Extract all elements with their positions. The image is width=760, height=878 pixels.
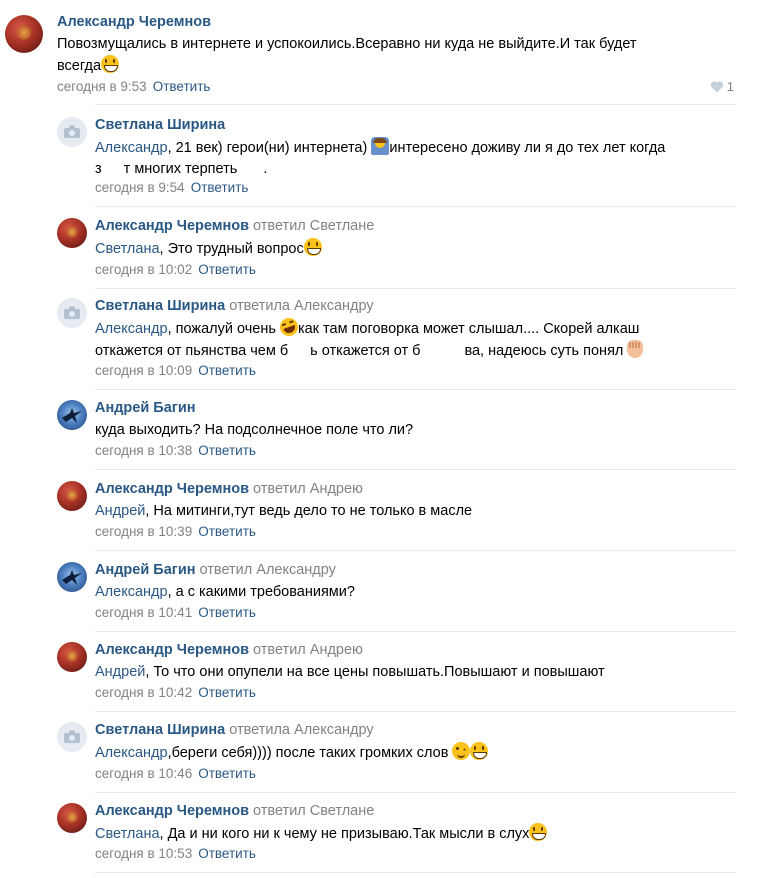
- comment-meta: сегодня в 10:02 Ответить: [95, 262, 256, 277]
- comment-text: Андрей, На митинги,тут ведь дело то не т…: [95, 503, 473, 519]
- raised-hand-emoji-icon: [627, 340, 644, 358]
- divider: [95, 711, 736, 712]
- avatar[interactable]: [57, 642, 87, 672]
- mention-link[interactable]: Андрей: [95, 664, 145, 680]
- comment-time[interactable]: сегодня в 10:09: [95, 363, 192, 378]
- comment-author[interactable]: Александр Черемнов ответил Андрею: [95, 481, 363, 497]
- comment-text: Светлана, Это трудный вопрос: [95, 238, 322, 260]
- grinning-emoji-icon: [101, 55, 120, 73]
- avatar[interactable]: [57, 117, 87, 147]
- reply-button[interactable]: Ответить: [198, 524, 256, 539]
- divider: [95, 469, 736, 470]
- root-comment: Александр Черемнов Повозмущались в интер…: [0, 0, 760, 104]
- comment-author[interactable]: Андрей Багин: [95, 400, 196, 416]
- mention-link[interactable]: Александр: [95, 584, 168, 600]
- comment-text: Александр, а с какими требованиями?: [95, 584, 355, 600]
- comment-meta: сегодня в 10:09 Ответить: [95, 363, 256, 378]
- comment-time[interactable]: сегодня в 10:02: [95, 262, 192, 277]
- reply-button[interactable]: Ответить: [198, 605, 256, 620]
- reply-button[interactable]: Ответить: [198, 262, 256, 277]
- camera-icon: [64, 125, 80, 138]
- divider: [95, 792, 736, 793]
- divider: [95, 389, 736, 390]
- avatar[interactable]: [57, 400, 87, 430]
- divider: [95, 631, 736, 632]
- divider: [95, 206, 736, 207]
- comment-text: Андрей, То что они опупели на все цены п…: [95, 664, 605, 680]
- comment-text: Повозмущались в интернете и успокоились.…: [57, 36, 637, 74]
- grinning-emoji-icon: [470, 742, 489, 760]
- divider: [95, 550, 736, 551]
- mention-link[interactable]: Александр: [95, 140, 168, 156]
- comment-time[interactable]: сегодня в 10:39: [95, 524, 192, 539]
- mention-link[interactable]: Светлана: [95, 241, 160, 257]
- person-emoji-icon: [371, 137, 390, 155]
- mention-link[interactable]: Светлана: [95, 826, 160, 842]
- avatar[interactable]: [57, 722, 87, 752]
- comment-meta: сегодня в 9:54 Ответить: [95, 180, 248, 195]
- mention-link[interactable]: Александр: [95, 745, 168, 761]
- mention-link[interactable]: Андрей: [95, 503, 145, 519]
- comment-time[interactable]: сегодня в 10:41: [95, 605, 192, 620]
- comment-text: куда выходить? На подсолнечное поле что …: [95, 422, 414, 438]
- comment-time[interactable]: сегодня в 10:53: [95, 846, 192, 861]
- comment-meta: сегодня в 10:46 Ответить: [95, 766, 256, 781]
- grinning-emoji-icon: [529, 823, 548, 841]
- comment-meta: сегодня в 10:39 Ответить: [95, 524, 256, 539]
- like-button[interactable]: 1: [710, 79, 734, 94]
- reply-button[interactable]: Ответить: [198, 766, 256, 781]
- comment-text: Александр, 21 век) герои(ни) интернета) …: [95, 137, 665, 180]
- divider: [95, 288, 736, 289]
- comment-author[interactable]: Андрей Багин ответил Александру: [95, 562, 336, 578]
- comment-meta: сегодня в 10:38 Ответить: [95, 443, 256, 458]
- winking-emoji-icon: [452, 742, 471, 760]
- avatar[interactable]: [5, 15, 43, 53]
- bird-icon: [62, 408, 82, 423]
- comment-meta: сегодня в 9:53 Ответить: [57, 79, 210, 94]
- comment-author[interactable]: Светлана Ширина ответила Александру: [95, 722, 374, 738]
- reply-button[interactable]: Ответить: [153, 79, 211, 94]
- comment-author[interactable]: Светлана Ширина ответила Александру: [95, 298, 374, 314]
- reply-button[interactable]: Ответить: [191, 180, 249, 195]
- comment-time[interactable]: сегодня в 10:42: [95, 685, 192, 700]
- reply-button[interactable]: Ответить: [198, 685, 256, 700]
- like-count: 1: [726, 79, 734, 94]
- comment-time[interactable]: сегодня в 10:46: [95, 766, 192, 781]
- camera-icon: [64, 306, 80, 319]
- avatar[interactable]: [57, 803, 87, 833]
- avatar[interactable]: [57, 562, 87, 592]
- comment-text: Александр,береги себя)))) после таких гр…: [95, 742, 489, 764]
- comment-text: Светлана, Да и ни кого ни к чему не приз…: [95, 823, 548, 845]
- comment-text: Александр, пожалуй очень как там поговор…: [95, 315, 644, 362]
- reply-button[interactable]: Ответить: [198, 443, 256, 458]
- mention-link[interactable]: Александр: [95, 321, 168, 337]
- comment-meta: сегодня в 10:41 Ответить: [95, 605, 256, 620]
- comment-meta: сегодня в 10:42 Ответить: [95, 685, 256, 700]
- heart-icon: [710, 81, 723, 93]
- avatar[interactable]: [57, 481, 87, 511]
- divider: [95, 872, 736, 873]
- avatar[interactable]: [57, 218, 87, 248]
- comment-author[interactable]: Александр Черемнов ответил Светлане: [95, 803, 374, 819]
- comment-time[interactable]: сегодня в 9:54: [95, 180, 185, 195]
- reply-button[interactable]: Ответить: [198, 846, 256, 861]
- reply-button[interactable]: Ответить: [198, 363, 256, 378]
- comment-author[interactable]: Александр Черемнов ответил Светлане: [95, 218, 374, 234]
- comment-author[interactable]: Светлана Ширина: [95, 117, 225, 133]
- comment-meta: сегодня в 10:53 Ответить: [95, 846, 256, 861]
- avatar[interactable]: [57, 298, 87, 328]
- comment-time[interactable]: сегодня в 10:38: [95, 443, 192, 458]
- comment-author[interactable]: Александр Черемнов: [57, 14, 211, 30]
- divider: [95, 104, 736, 105]
- camera-icon: [64, 730, 80, 743]
- bird-icon: [62, 570, 82, 585]
- comment-time[interactable]: сегодня в 9:53: [57, 79, 147, 94]
- grinning-emoji-icon: [303, 238, 322, 256]
- comment-author[interactable]: Александр Черемнов ответил Андрею: [95, 642, 363, 658]
